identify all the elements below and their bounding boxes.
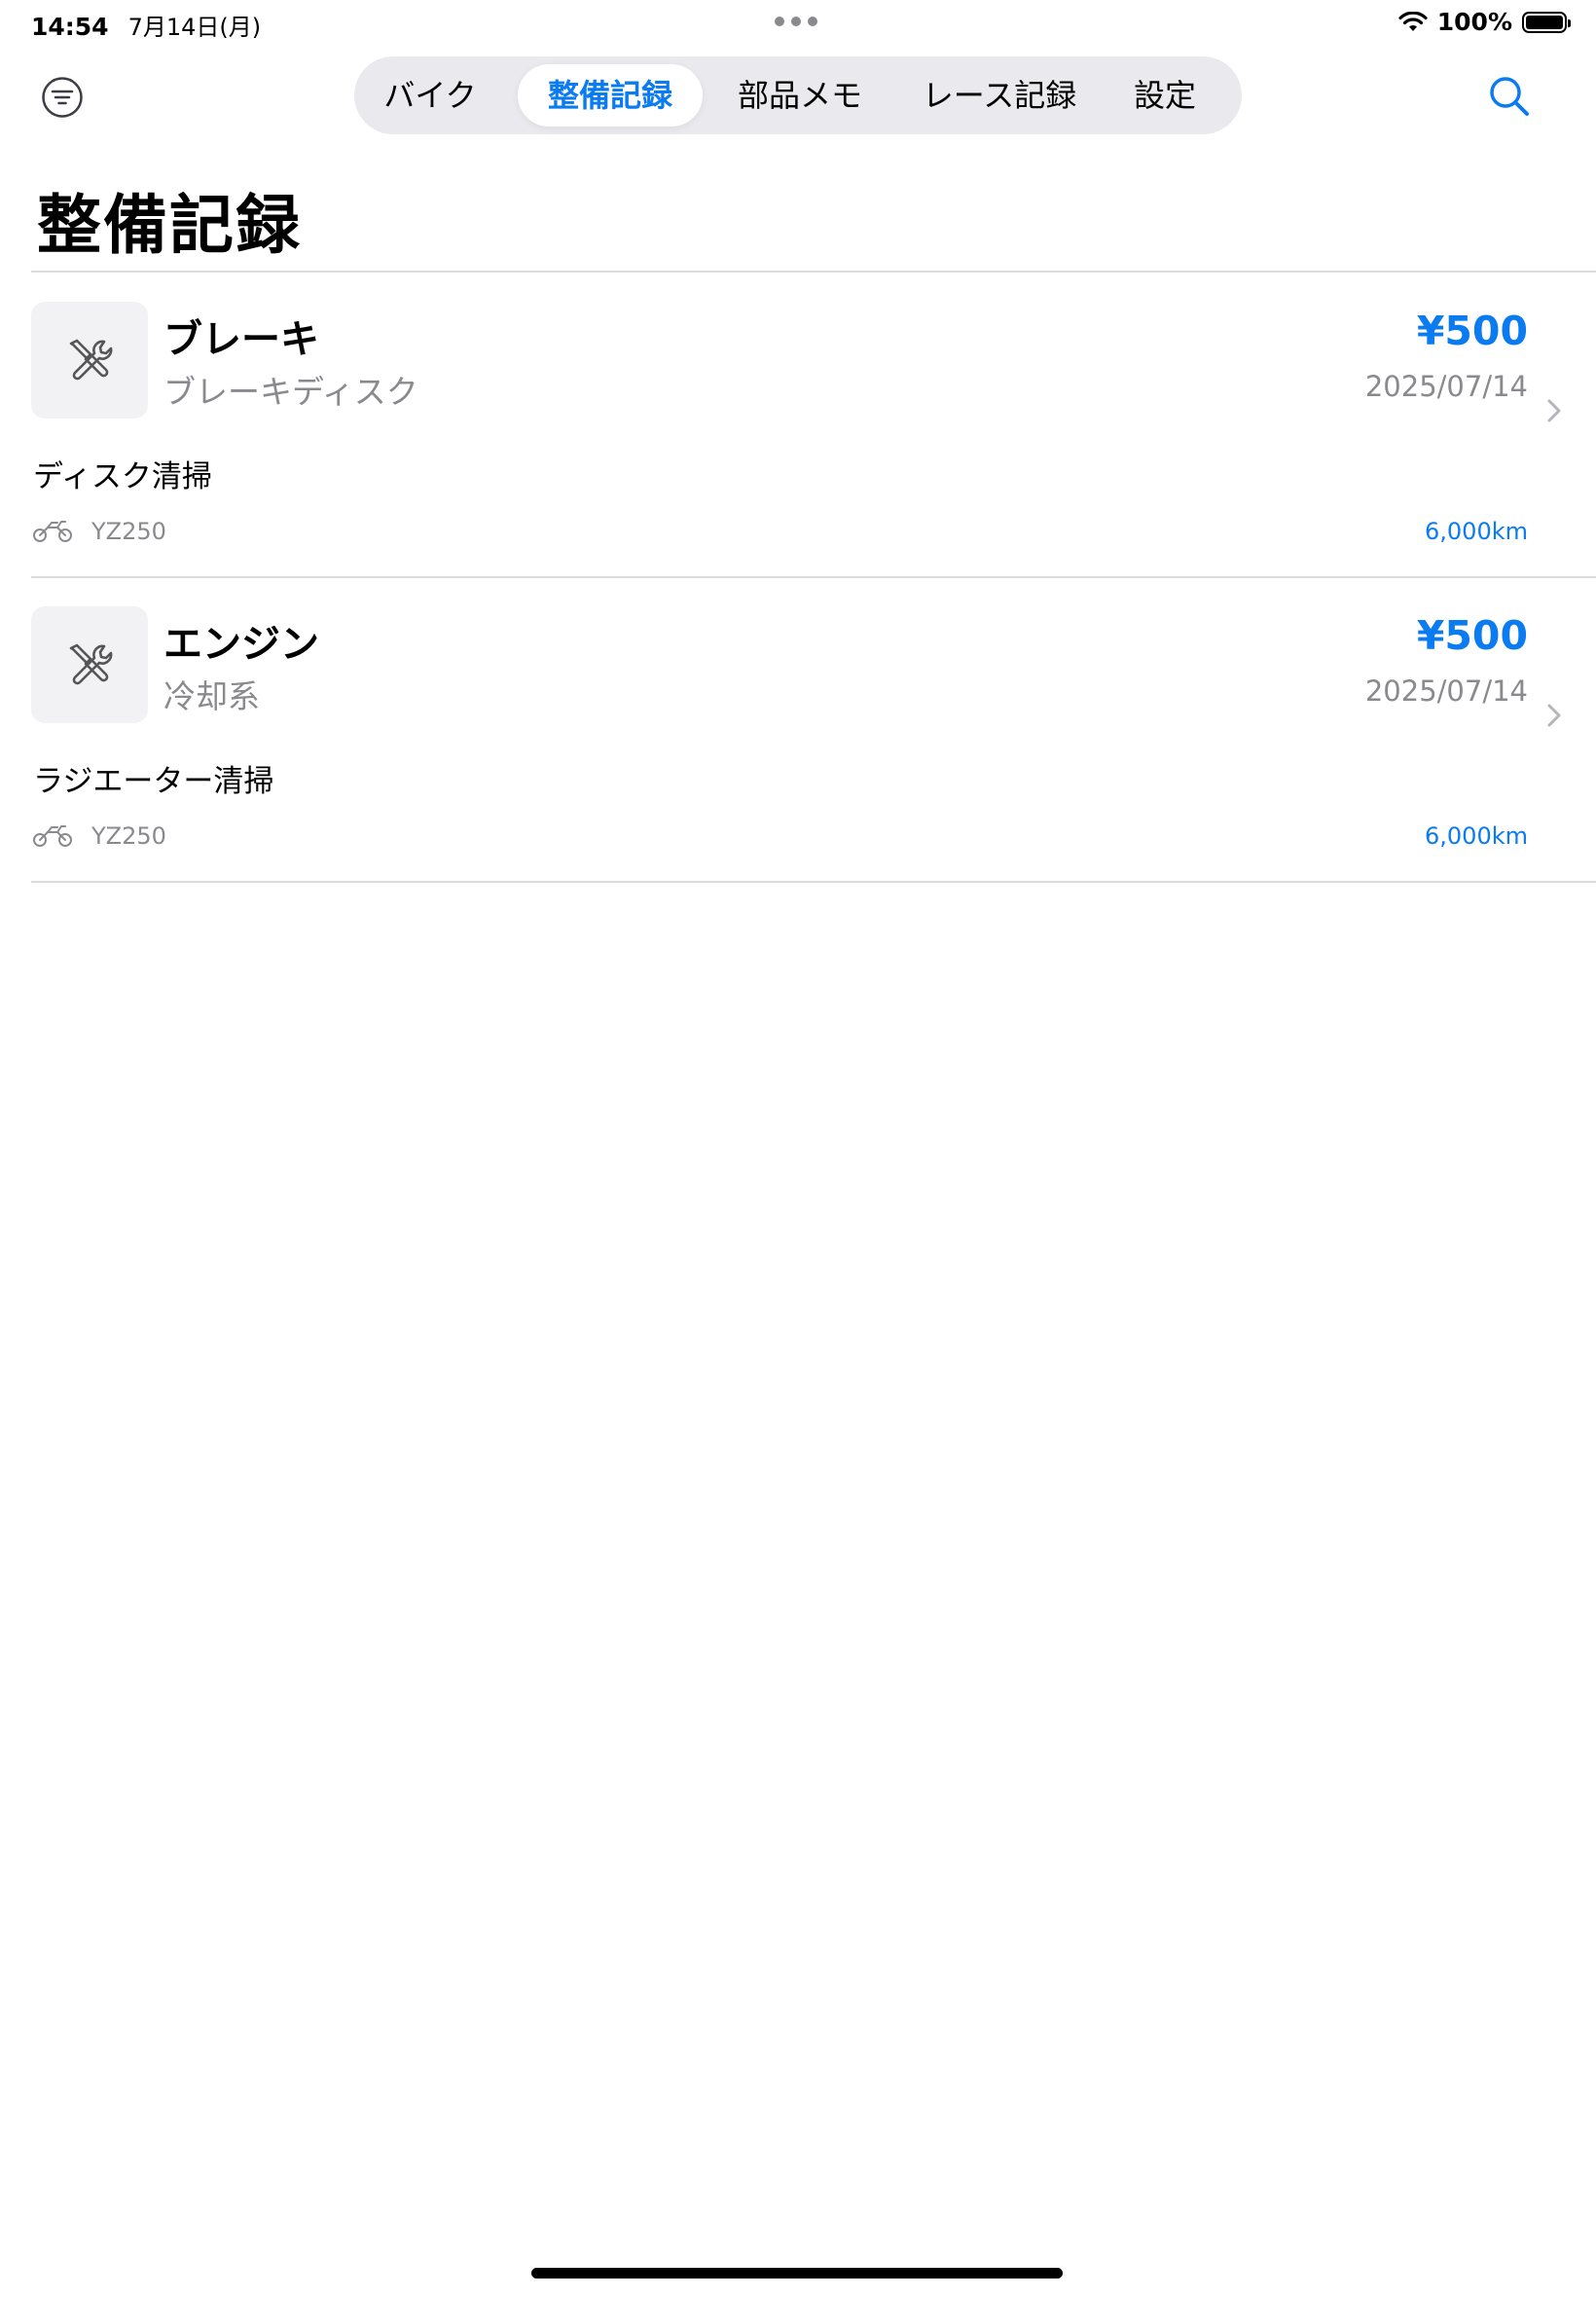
record-thumbnail [31,302,148,419]
tab-race-records[interactable]: レース記録 [907,64,1092,127]
record-thumbnail [31,606,148,723]
record-note: ディスク清掃 [33,459,212,494]
motorcycle-icon [33,825,72,847]
record-part: 冷却系 [163,677,260,715]
wrench-screwdriver-icon [69,643,113,685]
battery-icon [1522,11,1571,33]
status-bar-right: 100% [1398,8,1571,36]
tab-maintenance-records[interactable]: 整備記録 [518,64,703,127]
filter-icon[interactable] [41,76,84,119]
status-time: 14:54 [31,13,109,41]
record-row[interactable]: ブレーキ ブレーキディスク ¥500 2025/07/14 ディスク清掃 YZ2… [0,273,1596,576]
record-date: 2025/07/14 [1364,675,1528,708]
tab-bar: バイク 整備記録 部品メモ レース記録 設定 [354,56,1242,134]
record-price: ¥500 [1416,612,1528,659]
tab-parts-memo[interactable]: 部品メモ [722,64,878,127]
record-category: エンジン [163,622,319,667]
record-part: ブレーキディスク [163,373,418,411]
search-icon[interactable] [1487,74,1532,119]
record-price: ¥500 [1416,308,1528,354]
record-bike: YZ250 [91,822,166,850]
status-bar-time-date: 14:54 7月14日(月) [31,8,261,42]
wifi-icon [1398,11,1428,31]
record-note: ラジエーター清掃 [33,764,274,799]
record-row[interactable]: エンジン 冷却系 ¥500 2025/07/14 ラジエーター清掃 YZ250 … [0,577,1596,881]
tab-settings[interactable]: 設定 [1111,64,1218,127]
multitasking-dots-icon[interactable] [775,17,817,26]
chevron-right-icon [1547,704,1561,727]
motorcycle-icon [33,521,72,542]
tab-bikes[interactable]: バイク [372,64,489,127]
home-indicator[interactable] [531,2268,1063,2279]
record-mileage: 6,000km [1425,822,1528,850]
record-date: 2025/07/14 [1364,370,1528,403]
page-title: 整備記録 [37,188,302,263]
divider [31,881,1596,883]
wrench-screwdriver-icon [69,339,113,381]
record-category: ブレーキ [163,317,319,362]
status-date: 7月14日(月) [127,14,262,41]
record-mileage: 6,000km [1425,518,1528,545]
record-bike: YZ250 [91,518,166,545]
battery-percent: 100% [1436,8,1512,36]
chevron-right-icon [1547,399,1561,422]
